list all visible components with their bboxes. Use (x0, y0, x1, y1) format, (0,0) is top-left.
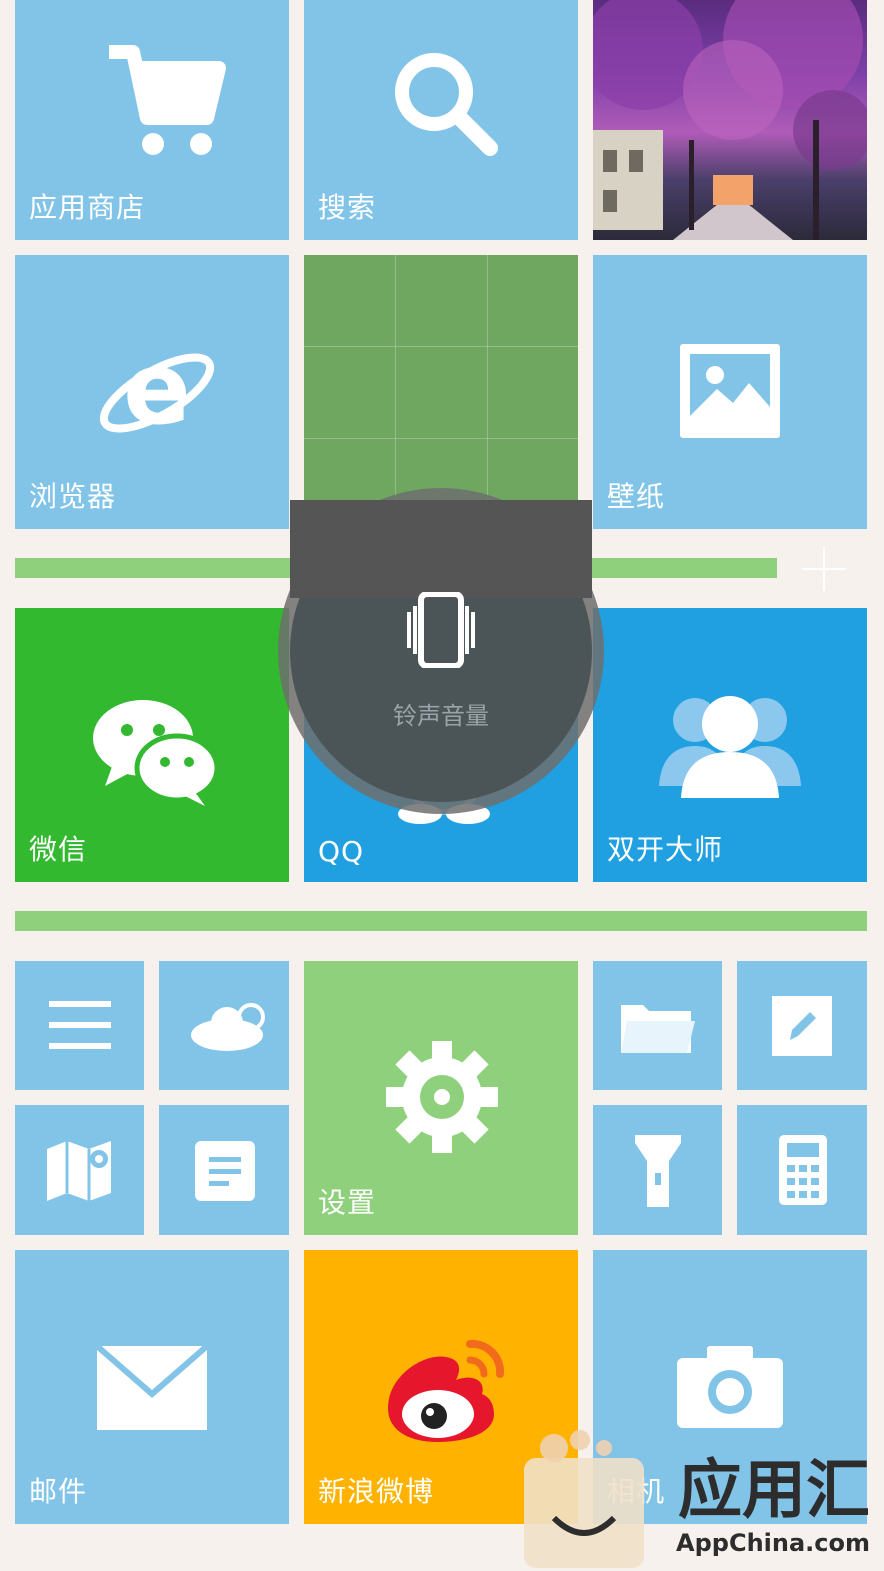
document-icon (195, 1141, 255, 1201)
maps-small-tile[interactable] (15, 1105, 144, 1235)
weibo-label: 新浪微博 (318, 1475, 435, 1508)
shopping-cart-icon (103, 40, 227, 164)
app-store-tile[interactable]: 应用商店 (15, 0, 289, 240)
mail-label: 邮件 (29, 1475, 88, 1508)
flashlight-small-tile[interactable] (593, 1105, 722, 1235)
wallpaper-tile[interactable]: 壁纸 (593, 255, 867, 529)
ringtone-volume-label: 铃声音量 (393, 702, 489, 730)
appchina-logo (524, 1418, 644, 1568)
app-store-label: 应用商店 (29, 191, 146, 224)
folder-icon (621, 999, 695, 1053)
search-icon (392, 50, 502, 160)
weather-small-tile[interactable] (159, 961, 289, 1090)
envelope-icon (97, 1346, 207, 1430)
dual-open-label: 双开大师 (607, 833, 724, 866)
qq-label: QQ (318, 835, 365, 868)
pencil-icon (772, 996, 832, 1056)
group-divider-2 (15, 911, 867, 931)
internet-explorer-icon: e (95, 335, 219, 455)
appchina-watermark: 应用汇 AppChina.com (520, 1410, 884, 1571)
wechat-icon (91, 698, 221, 808)
contacts-icon (655, 690, 805, 800)
cherry-blossom-photo (593, 0, 867, 240)
flashlight-icon (635, 1135, 681, 1207)
settings-tile[interactable]: 设置 (304, 961, 578, 1235)
wallpaper-photo-tile[interactable] (593, 0, 867, 240)
watermark-name: 应用汇 (678, 1454, 870, 1528)
menu-icon (49, 1001, 111, 1049)
browser-tile[interactable]: e 浏览器 (15, 255, 289, 529)
search-label: 搜索 (318, 191, 377, 224)
wechat-tile[interactable]: 微信 (15, 608, 289, 882)
dual-open-tile[interactable]: 双开大师 (593, 608, 867, 882)
volume-popup: 铃声音量 (290, 500, 592, 802)
svg-text:e: e (123, 335, 191, 447)
wallpaper-label: 壁纸 (607, 480, 666, 513)
watermark-url: AppChina.com (676, 1529, 870, 1557)
notes-small-tile[interactable] (159, 1105, 289, 1235)
add-group-icon[interactable] (800, 545, 848, 593)
files-small-tile[interactable] (593, 961, 722, 1090)
gear-icon (384, 1039, 500, 1155)
browser-label: 浏览器 (29, 480, 117, 513)
calculator-small-tile[interactable] (737, 1105, 867, 1235)
calculator-icon (779, 1135, 827, 1205)
map-icon (47, 1141, 111, 1201)
search-tile[interactable]: 搜索 (304, 0, 578, 240)
wechat-label: 微信 (29, 833, 88, 866)
mail-tile[interactable]: 邮件 (15, 1250, 289, 1524)
settings-label: 设置 (318, 1186, 377, 1219)
edit-small-tile[interactable] (737, 961, 867, 1090)
grid-widget-tile[interactable] (304, 255, 578, 529)
vibrate-icon (401, 592, 481, 668)
weibo-icon (378, 1334, 508, 1444)
picture-icon (677, 341, 783, 441)
weather-cloud-icon (189, 1001, 269, 1053)
menu-small-tile[interactable] (15, 961, 144, 1090)
